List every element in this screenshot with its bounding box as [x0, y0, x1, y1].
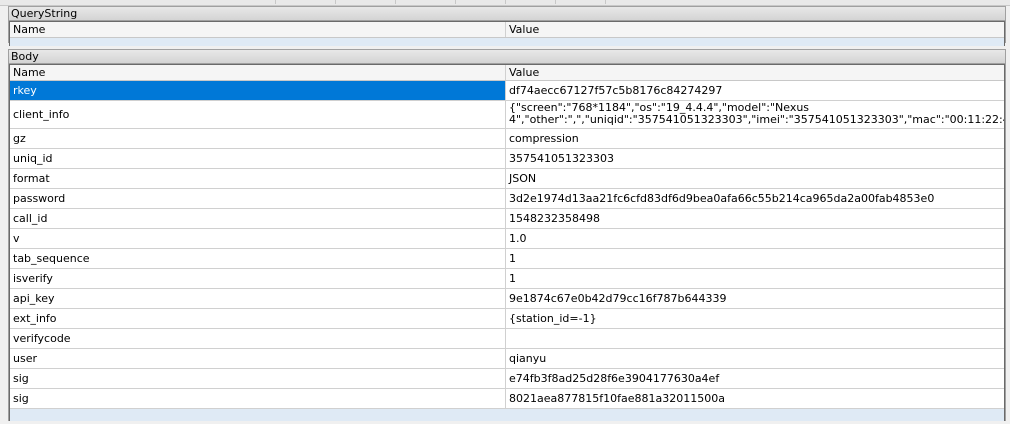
param-value[interactable]: 9e1874c67e0b42d79cc16f787b644339: [506, 289, 1004, 308]
param-name[interactable]: user: [10, 349, 506, 368]
column-header-name[interactable]: Name: [10, 65, 506, 80]
param-value[interactable]: {"screen":"768*1184","os":"19_4.4.4","mo…: [506, 101, 1004, 128]
table-row[interactable]: uniq_id 357541051323303: [10, 149, 1004, 169]
table-row[interactable]: api_key 9e1874c67e0b42d79cc16f787b644339: [10, 289, 1004, 309]
param-name[interactable]: v: [10, 229, 506, 248]
body-grid[interactable]: Name Value rkey df74aecc67127f57c5b8176c…: [9, 64, 1005, 421]
body-empty-area: [10, 409, 1004, 421]
body-title: Body: [9, 50, 1005, 64]
querystring-header-row: Name Value: [10, 22, 1004, 38]
tab-stub: [555, 0, 606, 4]
param-value[interactable]: {station_id=-1}: [506, 309, 1004, 328]
param-name[interactable]: tab_sequence: [10, 249, 506, 268]
param-name[interactable]: sig: [10, 389, 506, 408]
param-value[interactable]: 1: [506, 269, 1004, 288]
column-header-value[interactable]: Value: [506, 65, 1004, 80]
tab-stub: [205, 0, 276, 4]
param-value[interactable]: 8021aea877815f10fae881a32011500a: [506, 389, 1004, 408]
param-name[interactable]: format: [10, 169, 506, 188]
param-value[interactable]: 1548232358498: [506, 209, 1004, 228]
param-value[interactable]: [506, 329, 1004, 348]
body-header-row: Name Value: [10, 65, 1004, 81]
param-value[interactable]: 357541051323303: [506, 149, 1004, 168]
table-row[interactable]: password 3d2e1974d13aa21fc6cfd83df6d9bea…: [10, 189, 1004, 209]
table-row[interactable]: gz compression: [10, 129, 1004, 149]
param-value[interactable]: 3d2e1974d13aa21fc6cfd83df6d9bea0afa66c55…: [506, 189, 1004, 208]
table-row[interactable]: v 1.0: [10, 229, 1004, 249]
table-row[interactable]: tab_sequence 1: [10, 249, 1004, 269]
table-row[interactable]: verifycode: [10, 329, 1004, 349]
table-row[interactable]: user qianyu: [10, 349, 1004, 369]
param-name[interactable]: ext_info: [10, 309, 506, 328]
table-row[interactable]: rkey df74aecc67127f57c5b8176c84274297: [10, 81, 1004, 101]
param-name[interactable]: client_info: [10, 101, 506, 128]
param-value[interactable]: e74fb3f8ad25d28f6e3904177630a4ef: [506, 369, 1004, 388]
tab-stub: [275, 0, 336, 4]
param-name[interactable]: call_id: [10, 209, 506, 228]
querystring-panel: QueryString Name Value: [8, 6, 1006, 46]
column-header-value[interactable]: Value: [506, 22, 1004, 37]
table-row[interactable]: client_info {"screen":"768*1184","os":"1…: [10, 101, 1004, 129]
param-name[interactable]: isverify: [10, 269, 506, 288]
tab-stub: [395, 0, 456, 4]
querystring-grid[interactable]: Name Value: [9, 21, 1005, 46]
table-row[interactable]: call_id 1548232358498: [10, 209, 1004, 229]
param-name[interactable]: verifycode: [10, 329, 506, 348]
tab-stub: [455, 0, 506, 4]
param-value[interactable]: 1: [506, 249, 1004, 268]
column-header-name[interactable]: Name: [10, 22, 506, 37]
tab-stub: [335, 0, 396, 4]
body-panel: Body Name Value rkey df74aecc67127f57c5b…: [8, 49, 1006, 421]
param-name[interactable]: sig: [10, 369, 506, 388]
param-name[interactable]: api_key: [10, 289, 506, 308]
table-row[interactable]: isverify 1: [10, 269, 1004, 289]
param-name[interactable]: rkey: [10, 81, 506, 100]
querystring-empty-area: [10, 38, 1004, 46]
param-value[interactable]: 1.0: [506, 229, 1004, 248]
param-value[interactable]: qianyu: [506, 349, 1004, 368]
param-value[interactable]: compression: [506, 129, 1004, 148]
table-row[interactable]: sig e74fb3f8ad25d28f6e3904177630a4ef: [10, 369, 1004, 389]
querystring-title: QueryString: [9, 7, 1005, 21]
table-row[interactable]: format JSON: [10, 169, 1004, 189]
param-value[interactable]: df74aecc67127f57c5b8176c84274297: [506, 81, 1004, 100]
table-row[interactable]: sig 8021aea877815f10fae881a32011500a: [10, 389, 1004, 409]
table-row[interactable]: ext_info {station_id=-1}: [10, 309, 1004, 329]
param-name[interactable]: password: [10, 189, 506, 208]
tab-stub: [505, 0, 556, 4]
param-value[interactable]: JSON: [506, 169, 1004, 188]
param-name[interactable]: gz: [10, 129, 506, 148]
param-name[interactable]: uniq_id: [10, 149, 506, 168]
